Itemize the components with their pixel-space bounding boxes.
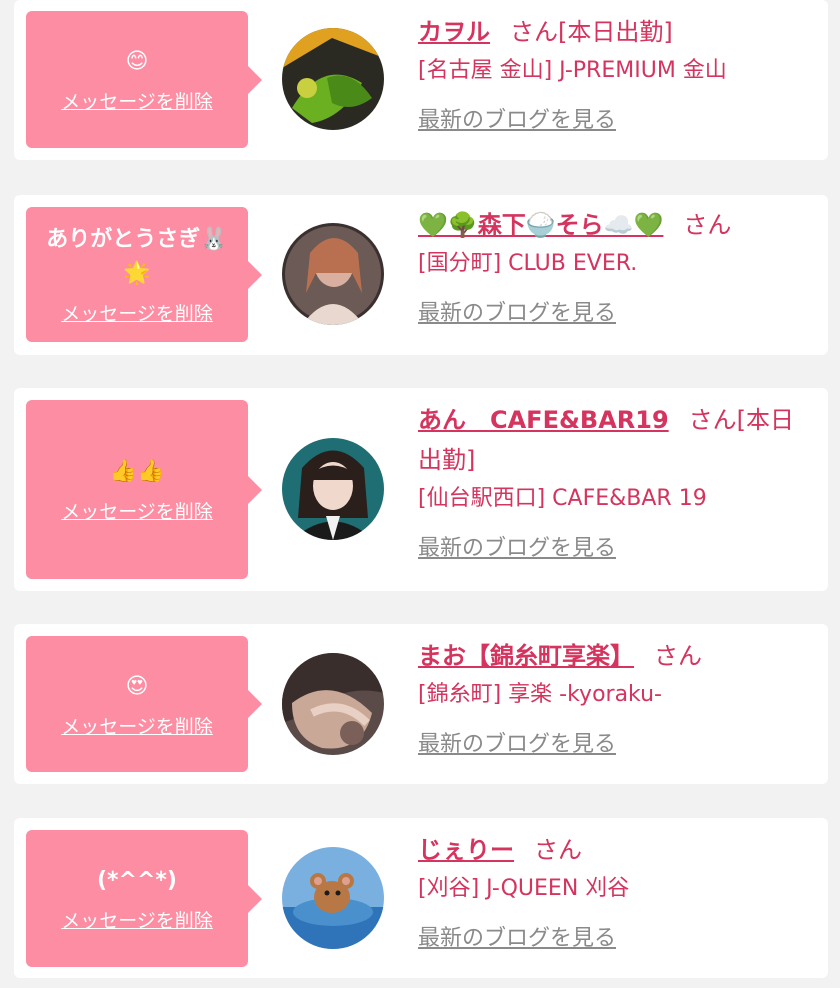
name-line: じぇりー さん: [418, 830, 816, 870]
area-shop: [仙台駅西口] CAFE&BAR 19: [418, 486, 707, 511]
view-blog-link[interactable]: 最新のブログを見る: [418, 530, 616, 568]
favorite-card: (*^^*) メッセージを削除 じぇりー さん [刈谷] J-QUEEN 刈谷 最…: [14, 818, 828, 978]
area-shop: [名古屋 金山] J-PREMIUM 金山: [418, 58, 727, 83]
cast-name-link[interactable]: あん CAFE&BAR19: [418, 406, 669, 434]
message-bubble: 😊 メッセージを削除: [26, 11, 262, 148]
cast-avatar[interactable]: [282, 223, 384, 325]
message-text: (*^^*): [97, 868, 177, 893]
area-shop: [刈谷] J-QUEEN 刈谷: [418, 876, 630, 901]
message-bubble: 😍 メッセージを削除: [26, 636, 262, 772]
area-shop: [国分町] CLUB EVER.: [418, 251, 638, 276]
name-line: カヲル さん[本日出勤]: [418, 12, 816, 52]
cast-info: カヲル さん[本日出勤] [名古屋 金山] J-PREMIUM 金山 最新のブログ…: [418, 12, 816, 140]
message-text: 😊: [125, 49, 149, 74]
cast-info: あん CAFE&BAR19 さん[本日出勤] [仙台駅西口] CAFE&BAR 1…: [418, 400, 816, 568]
delete-message-link[interactable]: メッセージを削除: [61, 712, 213, 739]
delete-message-link[interactable]: メッセージを削除: [61, 299, 213, 326]
honorific: さん: [534, 836, 582, 864]
delete-message-link[interactable]: メッセージを削除: [61, 87, 213, 114]
name-line: 💚🌳森下🍚そら☁️💚 さん: [418, 205, 816, 245]
view-blog-link[interactable]: 最新のブログを見る: [418, 102, 616, 140]
cast-avatar[interactable]: [282, 653, 384, 755]
delete-message-link[interactable]: メッセージを削除: [61, 497, 213, 524]
cast-name-link[interactable]: カヲル: [418, 18, 490, 46]
avatar-photo-icon: [282, 847, 384, 949]
message-bubble: (*^^*) メッセージを削除: [26, 830, 262, 967]
favorite-card: ありがとうさぎ🐰🌟 メッセージを削除 💚🌳森下🍚そら☁️💚 さん [国分町] CL…: [14, 195, 828, 355]
honorific: さん: [654, 642, 702, 670]
message-text: 👍👍: [109, 459, 165, 484]
cast-info: 💚🌳森下🍚そら☁️💚 さん [国分町] CLUB EVER. 最新のブログを見る: [418, 205, 816, 333]
message-text: 😍: [125, 673, 149, 699]
view-blog-link[interactable]: 最新のブログを見る: [418, 295, 616, 333]
honorific: さん: [683, 211, 732, 239]
avatar-photo-icon: [282, 438, 384, 540]
cast-avatar[interactable]: [282, 438, 384, 540]
name-line: あん CAFE&BAR19 さん[本日出勤]: [418, 400, 816, 480]
favorite-card: 😍 メッセージを削除 まお【錦糸町享楽】 さん [錦糸町] 享楽 -kyoraku…: [14, 624, 828, 784]
message-bubble: ありがとうさぎ🐰🌟 メッセージを削除: [26, 207, 262, 342]
message-bubble: 👍👍 メッセージを削除: [26, 400, 262, 579]
cast-name-link[interactable]: まお【錦糸町享楽】: [418, 642, 634, 670]
cast-avatar[interactable]: [282, 847, 384, 949]
view-blog-link[interactable]: 最新のブログを見る: [418, 920, 616, 958]
area-shop: [錦糸町] 享楽 -kyoraku-: [418, 682, 662, 707]
cast-name-link[interactable]: じぇりー: [418, 836, 514, 864]
cast-name-link[interactable]: 💚🌳森下🍚そら☁️💚: [418, 211, 663, 239]
honorific: さん[本日出勤]: [510, 18, 673, 46]
cast-info: まお【錦糸町享楽】 さん [錦糸町] 享楽 -kyoraku- 最新のブログを見る: [418, 636, 816, 764]
avatar-photo-icon: [282, 28, 384, 130]
cast-info: じぇりー さん [刈谷] J-QUEEN 刈谷 最新のブログを見る: [418, 830, 816, 958]
avatar-photo-icon: [282, 223, 384, 325]
name-line: まお【錦糸町享楽】 さん: [418, 636, 816, 676]
favorite-card: 😊 メッセージを削除 カヲル さん[本日出勤] [名古屋 金山] J-PREMIU…: [14, 0, 828, 160]
message-text: ありがとうさぎ🐰🌟: [46, 227, 228, 286]
delete-message-link[interactable]: メッセージを削除: [61, 906, 213, 933]
favorite-card: 👍👍 メッセージを削除 あん CAFE&BAR19 さん[本日出勤] [仙台駅西口…: [14, 388, 828, 591]
avatar-photo-icon: [282, 653, 384, 755]
view-blog-link[interactable]: 最新のブログを見る: [418, 726, 616, 764]
cast-avatar[interactable]: [282, 28, 384, 130]
